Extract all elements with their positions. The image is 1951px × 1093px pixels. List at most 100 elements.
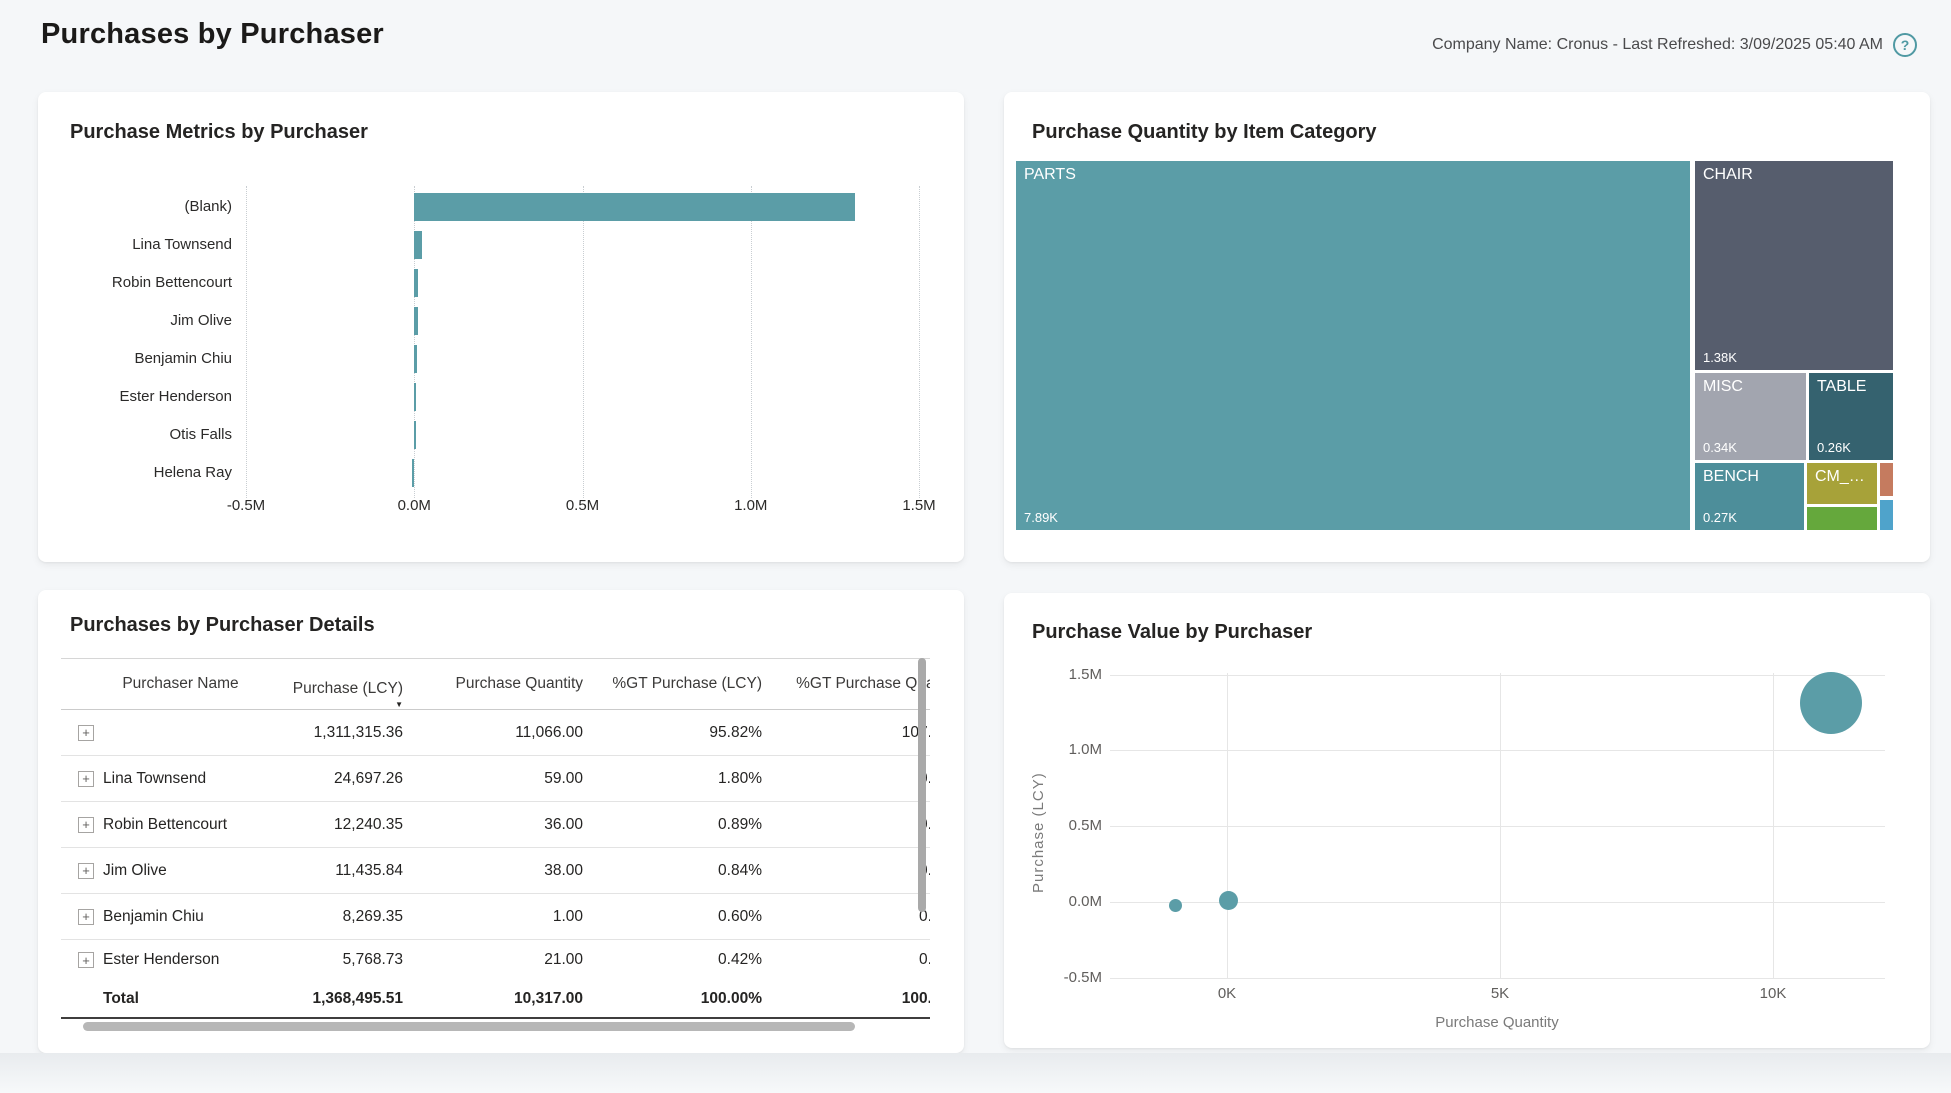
treemap-node-value: 0.26K [1817, 440, 1851, 455]
table-row-benjamin-chiu[interactable]: +Benjamin Chiu8,269.351.000.60%0.01% [61, 894, 930, 940]
table-row-jim-olive[interactable]: +Jim Olive11,435.8438.000.84%0.37% [61, 848, 930, 894]
column-header-purchase-lcy[interactable]: Purchase (LCY)▼ [283, 659, 403, 709]
total-label-text: Total [103, 990, 139, 1008]
scatter-y-axis-title: Purchase (LCY) [1030, 772, 1047, 893]
purchaser-name-cell: + [61, 725, 283, 741]
cell-gt-purchase-quantity: 107.26% [762, 724, 930, 742]
table-row-ester-henderson[interactable]: +Ester Henderson5,768.7321.000.42%0.20% [61, 940, 930, 980]
purchaser-name-text: Ester Henderson [103, 951, 219, 969]
bar-helena-ray[interactable] [412, 459, 414, 487]
table-bottom-border [61, 1017, 930, 1019]
help-icon[interactable]: ? [1893, 33, 1917, 57]
bar-blank[interactable] [414, 193, 855, 221]
expand-row-button[interactable]: + [78, 817, 94, 833]
cell-purchase-quantity: 21.00 [403, 951, 583, 969]
treemap-node-value: 7.89K [1024, 510, 1058, 525]
purchaser-name-cell: +Robin Bettencourt [61, 816, 283, 834]
cell-gt-purchase-quantity: 0.35% [762, 816, 930, 834]
bar-otis-falls[interactable] [414, 421, 416, 449]
column-header-label: %GT Purchase Quantity [762, 675, 930, 693]
cell-gt-purchase-lcy: 0.84% [583, 862, 762, 880]
bar-row-helena-ray: Helena Ray [38, 454, 919, 492]
page-bottom-gradient [0, 1053, 1951, 1093]
total-cell-gt-purchase-quantity: 100.00% [762, 990, 930, 1008]
treemap-node-label: CHAIR [1703, 166, 1753, 184]
table-inner: Purchaser NamePurchase (LCY)▼Purchase Qu… [61, 659, 930, 1017]
scatter-y-tick-label: 1.5M [1042, 666, 1102, 683]
card-purchase-quantity-treemap: Purchase Quantity by Item Category PARTS… [1004, 92, 1930, 562]
treemap-node-misc[interactable]: MISC 0.34K [1695, 373, 1806, 460]
purchaser-name-cell: +Jim Olive [61, 862, 283, 880]
category-label: Otis Falls [38, 416, 232, 454]
bar-chart-x-tick-label: 0.0M [379, 497, 449, 514]
scatter-v-gridline [1500, 673, 1501, 978]
horizontal-scrollbar[interactable] [83, 1022, 855, 1031]
expand-row-button[interactable]: + [78, 952, 94, 968]
total-label-cell: Total [61, 990, 283, 1008]
bar-lina-townsend[interactable] [414, 231, 422, 259]
treemap-node-bench[interactable]: BENCH0.27K [1695, 463, 1804, 530]
bar-benjamin-chiu[interactable] [414, 345, 417, 373]
bar-row-otis-falls: Otis Falls [38, 416, 919, 454]
treemap-title: Purchase Quantity by Item Category [1032, 121, 1377, 144]
treemap-node-table[interactable]: TABLE0.26K [1809, 373, 1893, 460]
details-table: Purchaser NamePurchase (LCY)▼Purchase Qu… [61, 658, 930, 1017]
cell-gt-purchase-quantity: 0.57% [762, 770, 930, 788]
bar-track [232, 264, 919, 302]
treemap-node-blank[interactable] [1880, 500, 1893, 530]
scatter-y-tick-label: 1.0M [1042, 741, 1102, 758]
table-row-robin-bettencourt[interactable]: +Robin Bettencourt12,240.3536.000.89%0.3… [61, 802, 930, 848]
scatter-y-tick-label: 0.0M [1042, 893, 1102, 910]
cell-gt-purchase-lcy: 95.82% [583, 724, 762, 742]
bar-jim-olive[interactable] [414, 307, 418, 335]
bar-track [232, 302, 919, 340]
treemap-node-cm[interactable]: CM_… [1807, 463, 1877, 504]
category-label: Benjamin Chiu [38, 340, 232, 378]
cell-purchase-quantity: 11,066.00 [403, 724, 583, 742]
scatter-bubble-1[interactable] [1169, 899, 1182, 912]
category-label: Robin Bettencourt [38, 264, 232, 302]
treemap-node-value: 1.38K [1703, 350, 1737, 365]
treemap-node-label: MISC [1703, 378, 1743, 396]
scatter-x-tick-label: 10K [1743, 985, 1803, 1002]
column-header-gt-purchase-lcy[interactable]: %GT Purchase (LCY) [583, 659, 762, 709]
vertical-scrollbar[interactable] [918, 658, 926, 912]
treemap-node-label: CM_… [1815, 468, 1865, 486]
bar-track [232, 340, 919, 378]
cell-gt-purchase-lcy: 0.42% [583, 951, 762, 969]
bar-ester-henderson[interactable] [414, 383, 416, 411]
cell-gt-purchase-quantity: 0.01% [762, 908, 930, 926]
cell-purchase-quantity: 59.00 [403, 770, 583, 788]
scatter-v-gridline [1773, 673, 1774, 978]
bar-track [232, 416, 919, 454]
category-label: Helena Ray [38, 454, 232, 492]
table-row-lina-townsend[interactable]: +Lina Townsend24,697.2659.001.80%0.57% [61, 756, 930, 802]
expand-row-button[interactable]: + [78, 909, 94, 925]
expand-row-button[interactable]: + [78, 725, 94, 741]
treemap-node-blank[interactable] [1880, 463, 1893, 496]
cell-gt-purchase-lcy: 0.60% [583, 908, 762, 926]
column-header-gt-purchase-quantity[interactable]: %GT Purchase Quantity [762, 659, 930, 709]
card-purchase-metrics: Purchase Metrics by Purchaser -0.5M0.0M0… [38, 92, 964, 562]
column-header-purchase-quantity[interactable]: Purchase Quantity [403, 659, 583, 709]
purchaser-name-text: Lina Townsend [103, 770, 206, 788]
card-purchaser-details: Purchases by Purchaser Details Purchaser… [38, 590, 964, 1053]
treemap-node-value: 0.34K [1703, 440, 1737, 455]
scatter-bubble-2[interactable] [1219, 891, 1238, 910]
bar-chart-x-tick-label: 1.5M [884, 497, 954, 514]
bar-chart-gridline [919, 186, 920, 498]
category-label: Ester Henderson [38, 378, 232, 416]
scatter-bubble-3[interactable] [1800, 672, 1862, 734]
expand-row-button[interactable]: + [78, 771, 94, 787]
category-label: Jim Olive [38, 302, 232, 340]
treemap-node-chair[interactable]: CHAIR 1.38K [1695, 161, 1893, 370]
expand-row-button[interactable]: + [78, 863, 94, 879]
table-row-blank[interactable]: +1,311,315.3611,066.0095.82%107.26% [61, 710, 930, 756]
treemap-node-blank[interactable] [1807, 507, 1877, 530]
cell-purchase-quantity: 38.00 [403, 862, 583, 880]
column-header-label: Purchase Quantity [403, 675, 583, 693]
treemap-node-parts[interactable]: PARTS7.89K [1016, 161, 1690, 530]
bar-robin-bettencourt[interactable] [414, 269, 418, 297]
cell-purchase-lcy: 11,435.84 [283, 862, 403, 880]
column-header-purchaser-name[interactable]: Purchaser Name [61, 659, 283, 709]
